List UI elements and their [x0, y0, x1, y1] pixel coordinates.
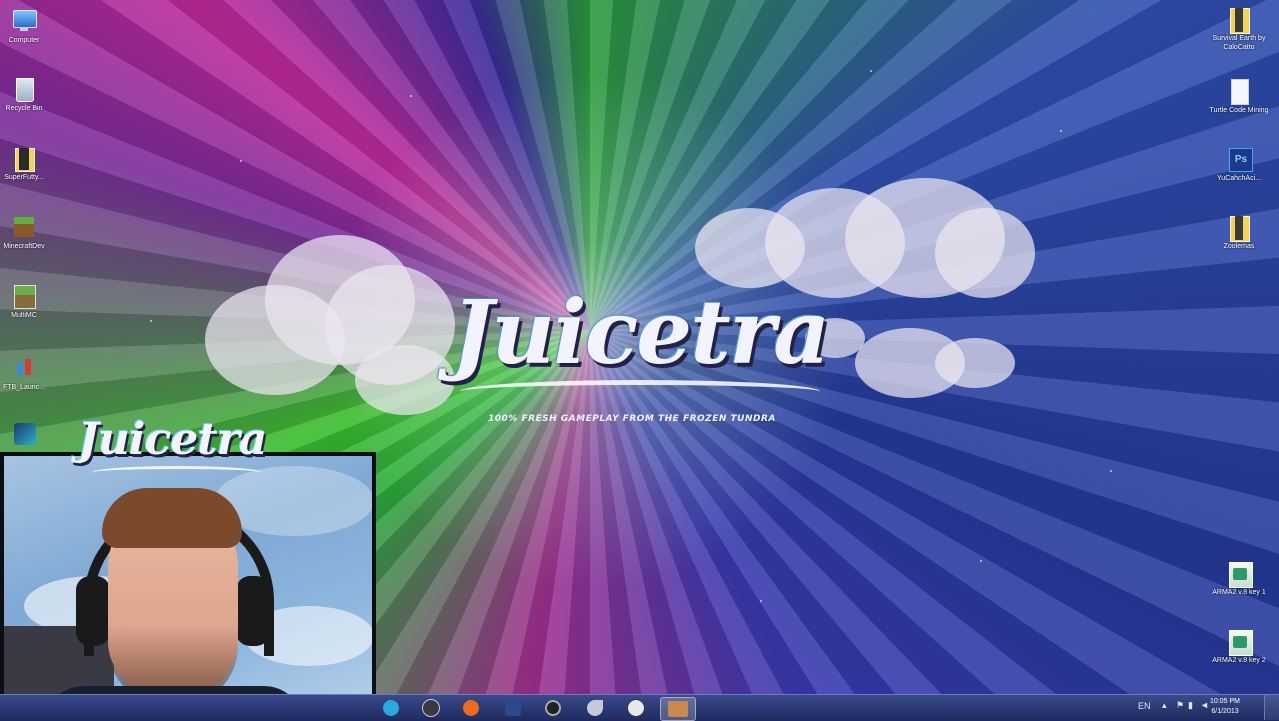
taskbar-minecraft-window-button[interactable] — [660, 697, 696, 721]
webcam-overlay — [0, 452, 376, 720]
arma-shortcut-icon — [1226, 628, 1253, 656]
origin-icon — [463, 700, 479, 716]
logo-tagline: 100% FRESH GAMEPLAY FROM THE FROZEN TUND… — [488, 414, 776, 424]
taskbar-steam-button[interactable] — [414, 697, 448, 719]
arma-shortcut-icon — [1226, 560, 1253, 588]
headphone-cup — [236, 576, 270, 646]
desktop-icon-turtle-code[interactable]: Turtle Code Mining — [1209, 78, 1269, 115]
text-file-icon — [1226, 78, 1252, 105]
folder-icon — [1226, 214, 1252, 242]
desktop-icon-label: Survival Earth by CaloCatto — [1212, 35, 1266, 51]
streamer-hair — [102, 488, 242, 548]
logo-title: Juicetra — [451, 280, 831, 384]
ftb-icon — [11, 355, 37, 381]
desktop-icon-label: Computer — [8, 37, 40, 44]
app-icon — [11, 420, 37, 446]
desktop-icon-arma2-key1[interactable]: ARMA2 v.8 key 1 — [1209, 560, 1269, 597]
flag-icon[interactable]: ⚑ — [1176, 700, 1184, 711]
minecraft-icon — [11, 214, 37, 240]
desktop-icon-app[interactable] — [0, 420, 54, 448]
desktop-icon-superfutty[interactable]: SuperFutty... — [0, 145, 54, 182]
clock-date: 6/1/2013 — [1211, 708, 1239, 715]
show-hidden-icons-icon[interactable]: ▴ — [1162, 700, 1167, 711]
curse-icon — [587, 700, 603, 716]
desktop-icon-minecraft-dev[interactable]: MinecraftDev — [0, 214, 54, 251]
wallpaper-cloud — [205, 215, 465, 415]
webcam-logo-swoosh — [92, 466, 262, 479]
wallpaper-star — [150, 320, 152, 322]
desktop-icon-label: SuperFutty... — [4, 174, 44, 181]
logo-swoosh — [460, 380, 820, 403]
teamspeak-icon — [505, 700, 521, 716]
desktop-icon-arma2-key2[interactable]: ARMA2 v.8 key 2 — [1209, 628, 1269, 665]
folder-icon — [11, 145, 37, 172]
wallpaper-star — [1110, 470, 1112, 472]
headphone-cup — [76, 576, 110, 646]
taskbar-origin-button[interactable] — [454, 697, 488, 719]
wallpaper-star — [1060, 130, 1062, 132]
obs-icon — [545, 700, 561, 716]
wallpaper-star — [240, 160, 242, 162]
desktop-icon-computer[interactable]: Computer — [0, 8, 54, 45]
desktop-icon-ftb-launcher[interactable]: FTB_Launc... — [0, 355, 54, 392]
wallpaper-star — [980, 560, 982, 562]
desktop-icon-label: Recycle Bin — [5, 105, 43, 112]
skype-icon — [383, 700, 399, 716]
wallpaper-star — [760, 600, 762, 602]
desktop-icon-label: Zoolemas — [1223, 243, 1255, 250]
inkscape-icon — [627, 699, 645, 717]
steam-icon — [422, 699, 440, 717]
desktop-icon-label: FTB_Launc... — [2, 384, 46, 391]
desktop-icon-label: ARMA2 v.8 key 2 — [1212, 657, 1266, 664]
clock-time: 10:05 PM — [1210, 698, 1240, 705]
photoshop-icon: Ps — [1226, 146, 1253, 172]
multimc-icon — [11, 283, 37, 309]
desktop-icon-label: Turtle Code Mining — [1209, 107, 1269, 114]
taskbar-curse-button[interactable] — [578, 697, 612, 719]
desktop-icon-label: ARMA2 v.8 key 1 — [1212, 589, 1266, 596]
desktop-icon-label: MinecraftDev — [3, 243, 45, 250]
wallpaper-logo: Juicetra 100% FRESH GAMEPLAY FROM THE FR… — [430, 280, 870, 440]
taskbar-obs-button[interactable] — [536, 697, 570, 719]
recycle-bin-icon — [11, 76, 37, 102]
desktop-icon-recycle-bin[interactable]: Recycle Bin — [0, 76, 54, 113]
desktop-icon-photoshop-file[interactable]: Ps YuCahchAci... — [1209, 146, 1269, 183]
desktop-icon-zoolemas[interactable]: Zoolemas — [1209, 214, 1269, 251]
folder-icon — [1226, 6, 1252, 34]
network-icon[interactable]: ▮ — [1188, 700, 1193, 711]
taskbar-teamspeak-button[interactable] — [496, 697, 530, 719]
minecraft-window-icon — [668, 701, 688, 717]
taskbar-skype-button[interactable] — [374, 697, 408, 719]
webcam-logo: Juicetra — [78, 414, 267, 465]
wallpaper-star — [870, 70, 872, 72]
wallpaper-star — [410, 95, 412, 97]
desktop-icon-label: MultiMC — [11, 312, 37, 319]
taskbar-inkscape-button[interactable] — [619, 697, 653, 719]
taskbar-clock[interactable]: 10:05 PM 6/1/2013 — [1200, 697, 1250, 717]
desktop-icon-multimc[interactable]: MultiMC — [0, 283, 54, 320]
language-indicator[interactable]: EN — [1138, 701, 1151, 711]
show-desktop-button[interactable] — [1264, 695, 1279, 720]
computer-icon — [11, 8, 37, 34]
desktop-icon-label: YuCahchAci... — [1217, 175, 1261, 182]
desktop-icon-survival-earth[interactable]: Survival Earth by CaloCatto — [1209, 6, 1269, 52]
